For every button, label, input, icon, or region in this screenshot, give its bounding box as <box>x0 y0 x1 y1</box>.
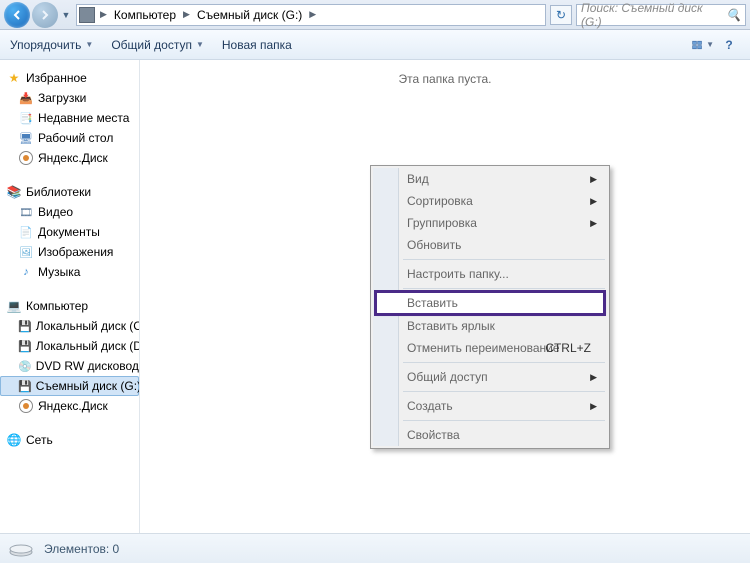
help-button[interactable]: ? <box>718 35 740 55</box>
sidebar-item-desktop[interactable]: 🖥Рабочий стол <box>0 128 139 148</box>
nav-back-button[interactable] <box>4 2 30 28</box>
ctx-sort[interactable]: Сортировка▶ <box>373 190 607 212</box>
search-input[interactable]: Поиск: Съемный диск (G:) 🔍 <box>576 4 746 26</box>
separator <box>403 391 605 392</box>
ctx-paste-shortcut[interactable]: Вставить ярлык <box>373 315 607 337</box>
refresh-icon: ↻ <box>556 8 566 22</box>
desktop-icon: 🖥 <box>18 130 34 146</box>
chevron-right-icon: ▶ <box>590 372 597 383</box>
ctx-undo-rename[interactable]: Отменить переименованиеCTRL+Z <box>373 337 607 359</box>
ctx-customize-folder[interactable]: Настроить папку... <box>373 263 607 285</box>
navigation-pane: ★Избранное 📥Загрузки 📑Недавние места 🖥Ра… <box>0 60 140 533</box>
nav-history-dropdown[interactable]: ▼ <box>60 10 72 20</box>
search-placeholder: Поиск: Съемный диск (G:) <box>581 1 726 29</box>
search-icon: 🔍 <box>726 8 741 22</box>
separator <box>403 420 605 421</box>
chevron-down-icon: ▼ <box>196 40 204 49</box>
arrow-left-icon <box>11 9 23 21</box>
nav-forward-button[interactable] <box>32 2 58 28</box>
context-menu: Вид▶ Сортировка▶ Группировка▶ Обновить Н… <box>370 165 610 449</box>
view-icon <box>692 38 702 52</box>
toolbar: Упорядочить▼ Общий доступ▼ Новая папка ▼… <box>0 30 750 60</box>
document-icon: 📄 <box>18 224 34 240</box>
sidebar-item-yandex[interactable]: Яндекс.Диск <box>0 148 139 168</box>
shortcut-label: CTRL+Z <box>545 341 591 355</box>
sidebar-item-downloads[interactable]: 📥Загрузки <box>0 88 139 108</box>
view-options-button[interactable]: ▼ <box>692 35 714 55</box>
chevron-right-icon: ▶ <box>590 218 597 229</box>
sidebar-computer[interactable]: 💻Компьютер <box>0 296 139 316</box>
video-icon: 🎞 <box>18 204 34 220</box>
chevron-down-icon: ▼ <box>706 40 714 49</box>
disk-icon: 💾 <box>18 338 32 354</box>
drive-icon <box>79 7 95 23</box>
image-icon: 🖼 <box>18 244 34 260</box>
chevron-right-icon[interactable]: ▶ <box>97 9 110 20</box>
dvd-icon: 💿 <box>18 358 32 374</box>
main-body: ★Избранное 📥Загрузки 📑Недавние места 🖥Ра… <box>0 60 750 533</box>
ctx-paste[interactable]: Вставить <box>376 292 604 314</box>
breadcrumb[interactable]: ▶ Компьютер ▶ Съемный диск (G:) ▶ <box>76 4 546 26</box>
yandex-disk-icon <box>18 398 34 414</box>
sidebar-item-pictures[interactable]: 🖼Изображения <box>0 242 139 262</box>
sidebar-item-recent[interactable]: 📑Недавние места <box>0 108 139 128</box>
yandex-disk-icon <box>18 150 34 166</box>
empty-folder-text: Эта папка пуста. <box>140 72 750 86</box>
recent-icon: 📑 <box>18 110 34 126</box>
ctx-create[interactable]: Создать▶ <box>373 395 607 417</box>
breadcrumb-segment[interactable]: Съемный диск (G:) <box>193 8 306 22</box>
chevron-right-icon: ▶ <box>590 401 597 412</box>
music-icon: ♪ <box>18 264 34 280</box>
libraries-icon: 📚 <box>6 184 22 200</box>
chevron-right-icon[interactable]: ▶ <box>180 9 193 20</box>
new-folder-button[interactable]: Новая папка <box>222 38 292 52</box>
sidebar-item-music[interactable]: ♪Музыка <box>0 262 139 282</box>
network-icon: 🌐 <box>6 432 22 448</box>
help-icon: ? <box>725 38 732 52</box>
sidebar-libraries[interactable]: 📚Библиотеки <box>0 182 139 202</box>
separator <box>403 288 605 289</box>
sidebar-item-removable-g[interactable]: 💾Съемный диск (G:) <box>0 376 139 396</box>
folder-icon: 📥 <box>18 90 34 106</box>
status-item-count: Элементов: 0 <box>44 542 119 556</box>
separator <box>403 259 605 260</box>
content-area[interactable]: Эта папка пуста. Вид▶ Сортировка▶ Группи… <box>140 60 750 533</box>
ctx-view[interactable]: Вид▶ <box>373 168 607 190</box>
ctx-group[interactable]: Группировка▶ <box>373 212 607 234</box>
chevron-down-icon: ▼ <box>85 40 93 49</box>
sidebar-item-drive-c[interactable]: 💾Локальный диск (C:) <box>0 316 139 336</box>
sidebar-item-documents[interactable]: 📄Документы <box>0 222 139 242</box>
sidebar-item-yandex2[interactable]: Яндекс.Диск <box>0 396 139 416</box>
arrow-right-icon <box>39 9 51 21</box>
refresh-button[interactable]: ↻ <box>550 5 572 25</box>
status-bar: Элементов: 0 <box>0 533 750 563</box>
computer-icon: 💻 <box>6 298 22 314</box>
breadcrumb-segment[interactable]: Компьютер <box>110 8 180 22</box>
address-bar: ▼ ▶ Компьютер ▶ Съемный диск (G:) ▶ ↻ По… <box>0 0 750 30</box>
chevron-right-icon[interactable]: ▶ <box>306 9 319 20</box>
sidebar-network[interactable]: 🌐Сеть <box>0 430 139 450</box>
ctx-refresh[interactable]: Обновить <box>373 234 607 256</box>
disk-icon: 💾 <box>18 318 32 334</box>
chevron-right-icon: ▶ <box>590 196 597 207</box>
removable-disk-icon: 💾 <box>18 378 32 394</box>
ctx-share-access[interactable]: Общий доступ▶ <box>373 366 607 388</box>
status-drive-icon <box>8 539 36 559</box>
sidebar-item-dvd[interactable]: 💿DVD RW дисковод ( <box>0 356 139 376</box>
chevron-right-icon: ▶ <box>590 174 597 185</box>
star-icon: ★ <box>6 70 22 86</box>
ctx-properties[interactable]: Свойства <box>373 424 607 446</box>
share-button[interactable]: Общий доступ▼ <box>111 38 204 52</box>
sidebar-favorites[interactable]: ★Избранное <box>0 68 139 88</box>
sidebar-item-videos[interactable]: 🎞Видео <box>0 202 139 222</box>
sidebar-item-drive-d[interactable]: 💾Локальный диск (D:) <box>0 336 139 356</box>
separator <box>403 362 605 363</box>
organize-button[interactable]: Упорядочить▼ <box>10 38 93 52</box>
